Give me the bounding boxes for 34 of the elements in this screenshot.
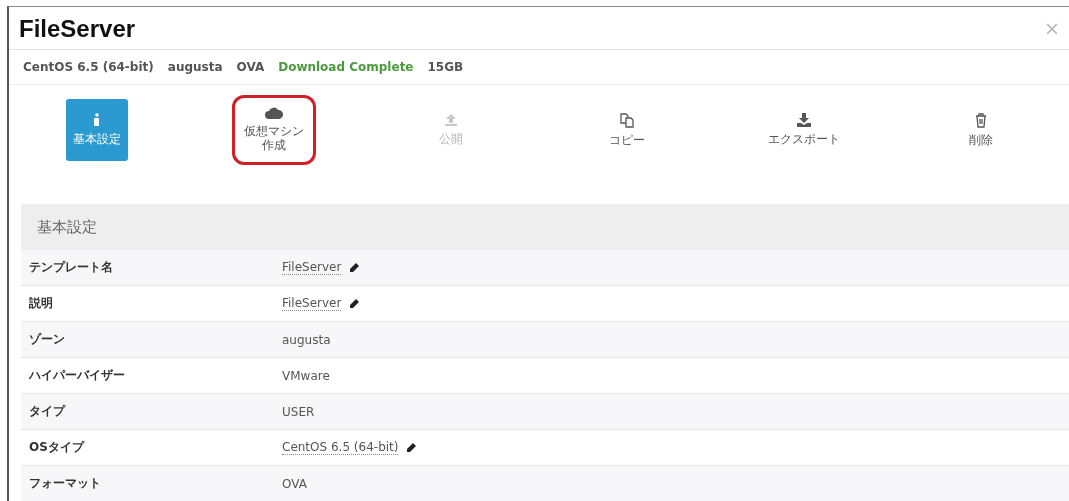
- download-icon: [796, 113, 812, 128]
- action-button[interactable]: エクスポート: [764, 99, 844, 161]
- field-label: フォーマット: [28, 475, 102, 492]
- editable-value[interactable]: FileServer: [282, 296, 342, 311]
- field-label: 説明: [28, 295, 54, 312]
- field-label: OSタイプ: [28, 439, 86, 456]
- field-value: VMware: [282, 368, 330, 383]
- action-button[interactable]: コピー: [596, 99, 659, 161]
- info-text: OVA: [236, 60, 265, 74]
- field-label: タイプ: [28, 403, 67, 420]
- field-label: ゾーン: [28, 331, 66, 348]
- field-value: USER: [282, 404, 315, 419]
- cloud-icon: [265, 107, 283, 120]
- field-label: テンプレート名: [28, 259, 114, 276]
- dialog-title: FileServer: [19, 15, 136, 43]
- edit-icon[interactable]: [406, 442, 418, 453]
- edit-icon[interactable]: [349, 298, 361, 309]
- upload-icon: [443, 113, 458, 128]
- info-icon: [93, 113, 102, 128]
- field-value: OVA: [282, 476, 307, 491]
- info-text: CentOS 6.5 (64-bit): [23, 60, 154, 74]
- section-heading: 基本設定: [21, 204, 1069, 250]
- trash-icon: [974, 112, 987, 128]
- action-button[interactable]: 仮想マシン作成: [232, 95, 316, 165]
- field-value: augusta: [282, 332, 331, 347]
- action-button[interactable]: 削除: [949, 99, 1012, 161]
- edit-icon[interactable]: [349, 262, 361, 273]
- info-text: 15GB: [427, 60, 464, 74]
- copy-icon: [619, 112, 636, 129]
- editable-value[interactable]: CentOS 6.5 (64-bit): [282, 440, 399, 455]
- field-label: ハイパーバイザー: [27, 367, 126, 384]
- editable-value[interactable]: FileServer: [282, 260, 342, 275]
- status-text: Download Complete: [278, 60, 414, 74]
- info-text: augusta: [167, 60, 223, 74]
